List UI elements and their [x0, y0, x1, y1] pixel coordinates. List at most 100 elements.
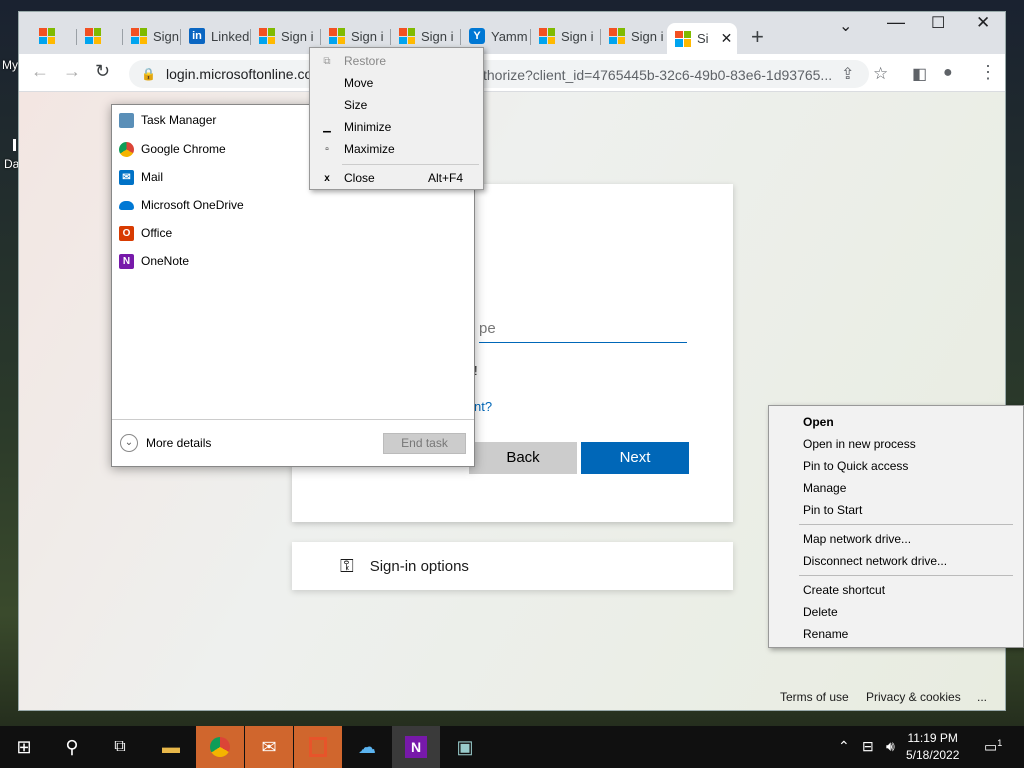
start-button[interactable]: ⊞	[0, 726, 48, 768]
tab-6[interactable]: Sign i	[321, 23, 391, 49]
menu-item-close[interactable]: x Close Alt+F4	[310, 168, 483, 188]
task-row-chrome[interactable]: Google Chrome	[119, 139, 226, 159]
task-row-mail[interactable]: ✉ Mail	[119, 167, 163, 187]
forward-arrow-icon[interactable]: →	[63, 61, 81, 82]
clock[interactable]: 11:19 PM 5/18/2022	[906, 730, 959, 764]
explorer-context-menu: Open Open in new process Pin to Quick ac…	[768, 405, 1024, 648]
create-account-link[interactable]: nt?	[474, 399, 492, 414]
context-item-manage[interactable]: Manage	[803, 479, 846, 497]
next-button[interactable]: Next	[581, 442, 689, 474]
notification-center-icon[interactable]: ▭1	[984, 738, 1002, 756]
menu-item-restore[interactable]: ⧉ Restore	[310, 51, 483, 71]
task-view-button[interactable]: ⧉	[96, 726, 144, 768]
task-row-office[interactable]: O Office	[119, 223, 172, 243]
end-task-button[interactable]: End task	[383, 433, 466, 454]
window-maximize-button[interactable]: ☐	[931, 13, 945, 33]
context-item-map-drive[interactable]: Map network drive...	[803, 530, 911, 548]
context-item-open[interactable]: Open	[803, 413, 834, 431]
signin-options-label: Sign-in options	[369, 557, 469, 575]
new-tab-button[interactable]: +	[751, 24, 764, 50]
tab-active[interactable]: Si ✕	[667, 23, 737, 54]
onedrive-icon	[119, 200, 134, 210]
task-row-task-manager[interactable]: Task Manager	[119, 110, 216, 130]
tab-4[interactable]: in Linked	[181, 23, 251, 49]
tab-3[interactable]: Sign i	[123, 23, 181, 49]
tab-close-icon[interactable]: ✕	[721, 30, 733, 47]
share-icon[interactable]: ⇪	[841, 64, 854, 84]
task-name: Office	[141, 226, 173, 240]
tab-5[interactable]: Sign i	[251, 23, 321, 49]
chrome-icon	[119, 141, 134, 157]
tab-9[interactable]: Sign i	[531, 23, 601, 49]
more-options-link[interactable]: ...	[977, 690, 987, 704]
context-item-delete[interactable]: Delete	[803, 603, 838, 621]
menu-item-minimize[interactable]: ▁ Minimize	[310, 117, 483, 137]
task-name: Task Manager	[141, 113, 217, 127]
context-item-create-shortcut[interactable]: Create shortcut	[803, 581, 885, 599]
url-text: login.microsoftonline.co	[165, 66, 313, 82]
window-minimize-button[interactable]: —	[887, 12, 905, 33]
tab-label: Sign i	[351, 28, 384, 44]
privacy-link[interactable]: Privacy & cookies	[866, 690, 961, 704]
tab-strip: Sign i in Linked Sign i Sign i Sign i Y Ya…	[19, 12, 1005, 54]
volume-icon[interactable]: 🔊︎	[886, 738, 895, 755]
context-item-disconnect-drive[interactable]: Disconnect network drive...	[803, 552, 947, 570]
menu-item-maximize[interactable]: ▫ Maximize	[310, 139, 483, 159]
back-arrow-icon[interactable]: ←	[31, 61, 49, 82]
terms-of-use-link[interactable]: Terms of use	[780, 690, 849, 704]
tab-7[interactable]: Sign i	[391, 23, 461, 49]
search-button[interactable]: ⚲	[48, 726, 96, 768]
back-button[interactable]: Back	[469, 442, 577, 474]
context-item-open-new-process[interactable]: Open in new process	[803, 435, 916, 453]
taskbar-file-explorer[interactable]: ▬	[147, 726, 195, 768]
tab-2[interactable]	[77, 23, 123, 49]
task-row-onedrive[interactable]: Microsoft OneDrive	[119, 195, 244, 215]
email-input-placeholder[interactable]: pe	[479, 320, 496, 337]
task-name: Google Chrome	[141, 142, 226, 156]
folder-icon: ▬	[162, 736, 180, 757]
menu-separator	[799, 575, 1013, 576]
menu-item-label: Close	[344, 171, 375, 185]
menu-item-label: Move	[344, 76, 374, 90]
desktop-icon-label-mycomputer[interactable]: My	[2, 58, 18, 72]
mail-icon: ✉	[119, 169, 134, 185]
tab-search-icon[interactable]: ⌄	[839, 16, 852, 36]
side-panel-icon[interactable]: ◧	[912, 64, 927, 84]
context-item-pin-quick-access[interactable]: Pin to Quick access	[803, 457, 908, 475]
clock-time: 11:19 PM	[907, 731, 958, 745]
menu-kebab-icon[interactable]: ⋮	[979, 62, 997, 83]
url-text-tail: thorize?client_id=4765445b-32c6-49b0-83e…	[483, 67, 833, 83]
profile-icon[interactable]: ●	[943, 64, 953, 82]
tab-10[interactable]: Sign i	[601, 23, 671, 49]
taskbar-mail[interactable]: ✉	[245, 726, 293, 768]
browser-toolbar: ← → ↻ 🔒 login.microsoftonline.co thorize…	[19, 54, 1005, 92]
taskbar-onedrive[interactable]: ☁	[343, 726, 391, 768]
signin-options-button[interactable]: ⚿ Sign-in options	[292, 542, 733, 590]
menu-item-move[interactable]: Move	[310, 73, 483, 93]
reload-icon[interactable]: ↻	[95, 61, 110, 82]
desktop-icon[interactable]	[13, 139, 16, 151]
microsoft-logo-icon	[39, 28, 55, 44]
task-name: Microsoft OneDrive	[141, 198, 244, 212]
context-item-pin-start[interactable]: Pin to Start	[803, 501, 862, 519]
taskbar-task-manager[interactable]: ▣	[441, 726, 489, 768]
tab-8[interactable]: Y Yamm	[461, 23, 531, 49]
more-details-toggle[interactable]: ⌄ More details	[120, 434, 211, 452]
taskbar-office[interactable]	[294, 726, 342, 768]
key-icon: ⚿	[340, 555, 354, 576]
office-icon	[309, 737, 327, 757]
bookmark-star-icon[interactable]: ☆	[873, 64, 888, 84]
search-icon: ⚲	[65, 736, 79, 757]
window-close-button[interactable]: ✕	[976, 13, 990, 33]
windows-logo-icon: ⊞	[16, 736, 32, 757]
clock-date: 5/18/2022	[906, 748, 960, 762]
context-item-rename[interactable]: Rename	[803, 625, 848, 643]
tab-1[interactable]	[31, 23, 77, 49]
menu-item-size[interactable]: Size	[310, 95, 483, 115]
taskbar-chrome[interactable]	[196, 726, 244, 768]
task-row-onenote[interactable]: N OneNote	[119, 251, 189, 271]
taskbar-onenote[interactable]: N	[392, 726, 440, 768]
network-icon[interactable]: ⊟	[862, 738, 874, 755]
chevron-up-icon[interactable]: ⌃	[838, 738, 850, 755]
email-input[interactable]	[479, 342, 687, 343]
